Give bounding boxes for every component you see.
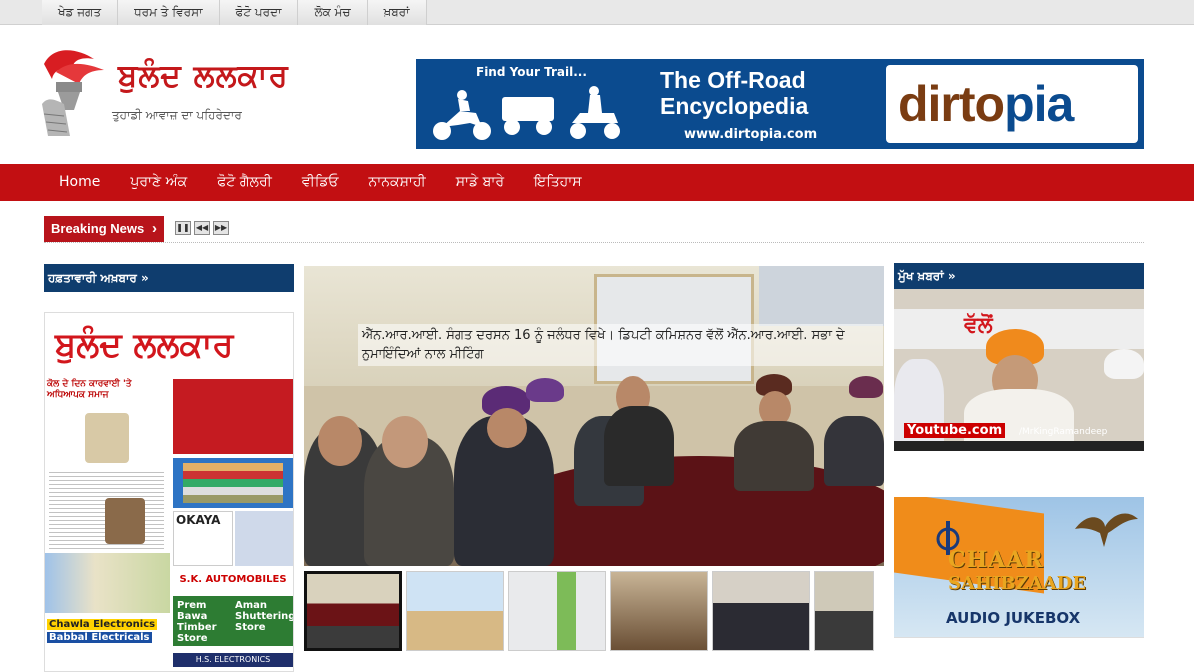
video1-turban [1104, 349, 1144, 379]
chevron-right-icon: › [152, 220, 157, 237]
main-news-heading[interactable]: ਮੁੱਖ ਖ਼ਬਰਾਂ » [894, 263, 1144, 289]
paper-photo [85, 413, 129, 463]
slide-thumbnail[interactable] [712, 571, 810, 651]
slide-thumbnail[interactable] [304, 571, 402, 651]
slide-thumbnail[interactable] [508, 571, 606, 651]
top-tab-news[interactable]: ਖ਼ਬਰਾਂ [367, 0, 427, 25]
next-icon[interactable]: ▶▶ [213, 221, 229, 235]
paper-ad-sk: S.K. AUTOMOBILES [173, 570, 293, 590]
paper-ad-hs: H.S. ELECTRONICS [173, 653, 293, 667]
slide-person-head [487, 408, 527, 448]
nav-item-about-us[interactable]: ਸਾਡੇ ਬਾਰੇ [441, 164, 519, 201]
slide-person-head [318, 416, 362, 466]
slide-person [734, 421, 814, 491]
paper-red-block [173, 379, 293, 454]
top-tab-public-stage[interactable]: ਲੋਕ ਮੰਚ [298, 0, 368, 25]
nav-item-history[interactable]: ਇਤਿਹਾਸ [519, 164, 597, 201]
pause-icon[interactable]: ❚❚ [175, 221, 191, 235]
ad-headline-line1: The Off-Road [660, 67, 806, 93]
ticker-divider [44, 242, 1144, 243]
nav-items: Home ਪੁਰਾਣੇ ਅੰਕ ਫੋਟੋ ਗੈਲਰੀ ਵੀਡਿਓ ਨਾਨਕਸ਼ਾ… [44, 164, 597, 201]
nav-item-nanakshahi[interactable]: ਨਾਨਕਸ਼ਾਹੀ [354, 164, 441, 201]
torch-icon [42, 50, 104, 136]
paper-masthead-title: ਬੁਲੰਦ ਲਲਕਾਰ [55, 325, 234, 365]
ad-brand-part1: dirto [898, 76, 1005, 132]
ad-tagline: Find Your Trail... [476, 65, 587, 79]
top-tab-religion-heritage[interactable]: ਧਰਮ ਤੇ ਵਿਰਸਾ [118, 0, 220, 25]
ad-brand-logo: dirtopia [898, 75, 1074, 133]
banner-ad[interactable]: Find Your Trail... The Off-Road Encyclop… [416, 59, 1144, 149]
nav-item-archive[interactable]: ਪੁਰਾਣੇ ਅੰਕ [115, 164, 202, 201]
video-thumbnail-1[interactable]: ਵੱਲੋਂ Youtube.com /MrKingRamandeep [894, 289, 1144, 451]
eagle-icon [1075, 513, 1138, 547]
site-logo[interactable]: ਬੁਲੰਦ ਲਲਕਾਰ ਤੁਹਾਡੀ ਆਵਾਜ਼ ਦਾ ਪਹਿਰੇਦਾਰ [34, 44, 324, 144]
nav-item-video[interactable]: ਵੀਡਿਓ [287, 164, 354, 201]
right-column-spacer [894, 637, 1144, 672]
featured-slide[interactable]: ਐੱਨ.ਆਰ.ਆਈ. ਸੰਗਤ ਦਰਸਨ 16 ਨੂੰ ਜਲੰਧਰ ਵਿਖੇ। … [304, 266, 884, 566]
slide-thumbnail[interactable] [406, 571, 504, 651]
paper-ad-chawla: Chawla Electronics [47, 619, 158, 630]
weekly-paper-cover[interactable]: ਬੁਲੰਦ ਲਲਕਾਰ ਕੋਲ ਦੇ ਦਿਨ ਕਾਰਵਾਈ 'ਤੇ ਅਧਿਆਪਕ… [44, 312, 294, 672]
site-title: ਬੁਲੰਦ ਲਲਕਾਰ [118, 58, 289, 94]
nav-item-photo-gallery[interactable]: ਫੋਟੋ ਗੈਲਰੀ [202, 164, 287, 201]
video2-title-line1: CHAAR [948, 547, 1044, 573]
paper-masthead: ਬੁਲੰਦ ਲਲਕਾਰ [45, 321, 293, 371]
ad-brand-box: dirtopia [886, 65, 1138, 143]
paper-ad-okaya: OKAYA [176, 513, 221, 527]
video1-bottom-bar [894, 441, 1144, 451]
offroad-vehicles-icon [433, 86, 620, 140]
slide-thumbnail[interactable] [610, 571, 708, 651]
video1-channel: /MrKingRamandeep [1019, 427, 1108, 437]
slide-person-head [382, 416, 428, 468]
breaking-news-text: Breaking News [51, 221, 145, 236]
top-tab-sports[interactable]: ਖੇਡ ਜਗਤ [42, 0, 119, 25]
video1-title: ਵੱਲੋਂ [964, 313, 993, 338]
video-thumbnail-2[interactable]: CHAAR SAHIBZAADE AUDIO JUKEBOX [894, 497, 1144, 637]
paper-headline: ਕੋਲ ਦੇ ਦਿਨ ਕਾਰਵਾਈ 'ਤੇ ਅਧਿਆਪਕ ਸਮਾਜ [47, 379, 132, 400]
nav-item-home[interactable]: Home [44, 164, 115, 201]
site-tagline: ਤੁਹਾਡੀ ਆਵਾਜ਼ ਦਾ ਪਹਿਰੇਦਾਰ [112, 108, 242, 122]
paper-ad-box [235, 511, 293, 566]
prev-icon[interactable]: ◀◀ [194, 221, 210, 235]
weekly-paper-heading[interactable]: ਹਫ਼ਤਾਵਾਰੀ ਅਖ਼ਬਾਰ » [44, 264, 294, 292]
ad-brand-part2: pia [1004, 76, 1074, 132]
video1-youtube-label: Youtube.com [904, 423, 1006, 438]
paper-ad-aman: Aman Shuttering Store [235, 600, 294, 633]
paper-ad-strip [45, 553, 170, 613]
slide-thumbnail[interactable] [814, 571, 874, 651]
top-tab-photo-screen[interactable]: ਫੋਟੋ ਪਰਦਾ [219, 0, 299, 25]
video2-subtitle: AUDIO JUKEBOX [946, 609, 1081, 627]
video2-title-line2: SAHIBZAADE [948, 573, 1087, 594]
main-navigation: Home ਪੁਰਾਣੇ ਅੰਕ ਫੋਟੋ ਗੈਲਰੀ ਵੀਡਿਓ ਨਾਨਕਸ਼ਾ… [0, 164, 1194, 201]
slide-thumbnails [304, 571, 874, 651]
slide-person [824, 416, 884, 486]
ad-headline-line2: Encyclopedia [660, 93, 809, 119]
breaking-news-label: Breaking News › [44, 216, 164, 242]
ticker-controls: ❚❚ ◀◀ ▶▶ [175, 221, 229, 235]
paper-photo [105, 498, 145, 544]
slide-person-turban [526, 378, 564, 402]
slide-person-turban [849, 376, 883, 398]
top-tabs: ਖੇਡ ਜਗਤ ਧਰਮ ਤੇ ਵਿਰਸਾ ਫੋਟੋ ਪਰਦਾ ਲੋਕ ਮੰਚ ਖ… [42, 0, 427, 25]
paper-ad-prem: Prem Bawa Timber Store [177, 600, 217, 644]
ad-url: www.dirtopia.com [684, 127, 818, 142]
slide-caption[interactable]: ਐੱਨ.ਆਰ.ਆਈ. ਸੰਗਤ ਦਰਸਨ 16 ਨੂੰ ਜਲੰਧਰ ਵਿਖੇ। … [358, 324, 883, 366]
slide-building [759, 266, 884, 326]
top-category-bar: ਖੇਡ ਜਗਤ ਧਰਮ ਤੇ ਵਿਰਸਾ ਫੋਟੋ ਪਰਦਾ ਲੋਕ ਮੰਚ ਖ… [0, 0, 1194, 25]
video1-person [964, 389, 1074, 449]
paper-ad-babbal: Babbal Electricals [47, 632, 152, 643]
slide-person [604, 406, 674, 486]
paper-books-image [183, 463, 283, 503]
